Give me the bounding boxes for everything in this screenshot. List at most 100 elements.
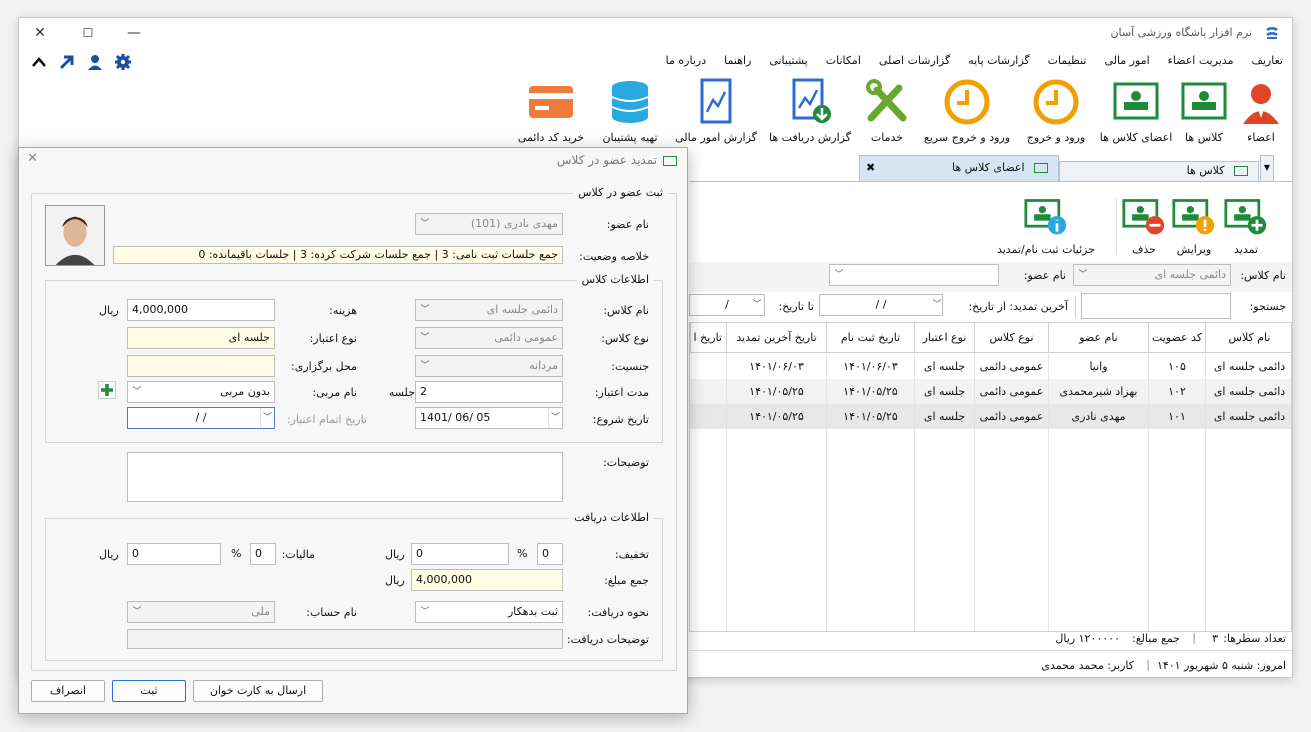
validity-input[interactable]: 2	[415, 381, 563, 403]
member-name-label: نام عضو:	[606, 218, 649, 231]
grid-line	[974, 429, 975, 631]
coach-combo[interactable]: ﹀ بدون مربی	[127, 381, 275, 403]
grid-line	[826, 429, 827, 631]
notes-textarea[interactable]	[127, 452, 563, 502]
discount-currency: ریال	[385, 548, 405, 561]
menu-definitions[interactable]: تعاریف	[1243, 50, 1292, 72]
chevron-down-icon: ﹀	[420, 333, 430, 343]
cell-class-type: عمومی دائمی	[974, 404, 1048, 429]
toolbar-separator	[1116, 198, 1117, 254]
ribbon-finance-report[interactable]: گزارش امور مالی	[671, 78, 761, 145]
from-date-picker[interactable]: ﹀ / /	[819, 294, 943, 316]
ribbon-services[interactable]: خدمات	[859, 78, 915, 145]
send-to-card-reader-button[interactable]: ارسال به کارت خوان	[193, 680, 323, 702]
cell-class-type: عمومی دائمی	[974, 354, 1048, 379]
class-type-combo[interactable]: ﹀ عمومی دائمی	[415, 327, 563, 349]
filter-member-combo[interactable]: ﹀	[829, 264, 999, 286]
arrow-up-right-icon[interactable]	[57, 53, 77, 71]
grid-line	[914, 429, 915, 631]
col-member-name[interactable]: نام عضو	[1048, 323, 1148, 353]
maximize-button[interactable]: ☐	[73, 21, 103, 45]
col-credit-type[interactable]: نوع اعتبار	[914, 323, 974, 353]
ribbon-members[interactable]: اعضاء	[1233, 78, 1289, 145]
to-date-label: تا تاریخ:	[778, 300, 814, 313]
discount-percent-input[interactable]: 0	[537, 543, 563, 565]
tax-percent-input[interactable]: 0	[250, 543, 276, 565]
ribbon-classes[interactable]: کلاس ها	[1179, 78, 1229, 145]
ribbon-backup[interactable]: تهیه پشتیبان	[595, 78, 665, 145]
start-date-picker[interactable]: ﹀ 1401/ 06/ 05	[415, 407, 563, 429]
menu-support[interactable]: پشتیبانی	[760, 50, 816, 72]
menu-main-reports[interactable]: گزارشات اصلی	[870, 50, 959, 72]
tab-close-icon[interactable]: ✖	[866, 156, 875, 180]
ribbon-receipts-report[interactable]: گزارش دریافت ها	[765, 78, 855, 145]
discount-amount-input[interactable]: 0	[411, 543, 509, 565]
table-row[interactable]: دائمی جلسه ای ۱۰۵ وانیا عمومی دائمی جلسه…	[690, 354, 1291, 379]
table-row[interactable]: دائمی جلسه ای ۱۰۱ مهدی نادری عمومی دائمی…	[690, 404, 1291, 429]
menu-help[interactable]: راهنما	[715, 50, 760, 72]
tax-amount-input[interactable]: 0	[127, 543, 221, 565]
venue-label: محل برگزاری:	[291, 360, 357, 373]
menu-members[interactable]: مدیریت اعضاء	[1159, 50, 1243, 72]
dialog-close-button[interactable]: ✕	[27, 151, 38, 166]
renew-icon	[1224, 199, 1267, 235]
col-member-code[interactable]: کد عضویت	[1148, 323, 1205, 353]
search-input[interactable]	[1081, 293, 1231, 319]
class-name-combo[interactable]: ﹀ دائمی جلسه ای	[415, 299, 563, 321]
cancel-button[interactable]: انصراف	[31, 680, 105, 702]
ribbon-class-members[interactable]: اعضای کلاس ها	[1099, 78, 1173, 145]
fee-input[interactable]: 4,000,000	[127, 299, 275, 321]
dialog-class-icon	[663, 155, 677, 166]
ribbon-quick-entry-exit[interactable]: ورود و خروج سریع	[919, 78, 1015, 145]
chevron-down-icon: ﹀	[420, 607, 430, 617]
finance-report-icon	[700, 78, 732, 124]
to-date-picker[interactable]: ﹀ /	[689, 294, 765, 316]
tab-class-members[interactable]: اعضای کلاس ها ✖	[859, 155, 1059, 181]
delete-button[interactable]: حذف	[1119, 196, 1169, 257]
member-name-combo[interactable]: ﹀ مهدی نادری (101)	[415, 213, 563, 235]
menu-about[interactable]: درباره ما	[657, 50, 715, 72]
minimize-button[interactable]: —	[119, 21, 149, 45]
chevron-up-icon[interactable]	[29, 54, 49, 70]
app-title: نرم افزار باشگاه ورزشی آسان	[1110, 26, 1252, 39]
renew-button[interactable]: تمدید	[1221, 196, 1271, 257]
status-separator: |	[1192, 631, 1196, 644]
account-combo[interactable]: ﹀ ملی	[127, 601, 275, 623]
gender-label: جنسیت:	[611, 360, 649, 373]
col-class-type[interactable]: نوع کلاس	[974, 323, 1048, 353]
chevron-down-icon: ﹀	[548, 408, 562, 428]
user-icon[interactable]	[85, 53, 105, 71]
gear-icon[interactable]	[113, 53, 133, 71]
cell-member-code: ۱۰۱	[1148, 404, 1205, 429]
chevron-down-icon: ﹀	[132, 607, 142, 617]
total-field: 4,000,000	[411, 569, 563, 591]
end-date-picker[interactable]: ﹀ / /	[127, 407, 275, 429]
close-window-button[interactable]: ✕	[25, 21, 55, 45]
session-unit: جلسه	[388, 386, 415, 399]
tab-menu-button[interactable]: ▼	[1260, 155, 1274, 181]
ribbon-entry-exit[interactable]: ورود و خروج	[1021, 78, 1091, 145]
filter-class-combo[interactable]: ﹀ دائمی جلسه ای	[1073, 264, 1231, 286]
credit-card-icon	[529, 86, 573, 118]
grid-line	[1205, 429, 1206, 631]
edit-button[interactable]: ویرایش	[1169, 196, 1219, 257]
ribbon-buy-license[interactable]: خرید کد دائمی	[513, 78, 589, 145]
menu-settings[interactable]: تنظیمات	[1039, 50, 1096, 72]
cell-member-name: مهدی نادری	[1048, 404, 1148, 429]
gender-combo[interactable]: ﹀ مردانه	[415, 355, 563, 377]
menu-tools[interactable]: امکانات	[817, 50, 870, 72]
details-button[interactable]: جزئیات ثبت نام/تمدید	[989, 196, 1103, 257]
col-expire-date[interactable]: تاریخ ا	[690, 323, 726, 353]
pay-notes-field[interactable]	[127, 629, 563, 649]
table-row[interactable]: دائمی جلسه ای ۱۰۲ بهزاد شیرمحمدی عمومی د…	[690, 379, 1291, 404]
pay-method-combo[interactable]: ﹀ ثبت بدهکار	[415, 601, 563, 623]
menu-finance[interactable]: امور مالی	[1095, 50, 1158, 72]
menu-basic-reports[interactable]: گزارشات پایه	[959, 50, 1038, 72]
col-register-date[interactable]: تاریخ ثبت نام	[826, 323, 914, 353]
add-coach-icon[interactable]	[98, 381, 116, 399]
database-icon	[611, 81, 649, 123]
tab-classes[interactable]: کلاس ها	[1059, 161, 1259, 181]
col-class-name[interactable]: نام کلاس	[1205, 323, 1291, 353]
save-button[interactable]: ثبت	[112, 680, 186, 702]
col-last-renew-date[interactable]: تاریخ آخرین تمدید	[726, 323, 826, 353]
